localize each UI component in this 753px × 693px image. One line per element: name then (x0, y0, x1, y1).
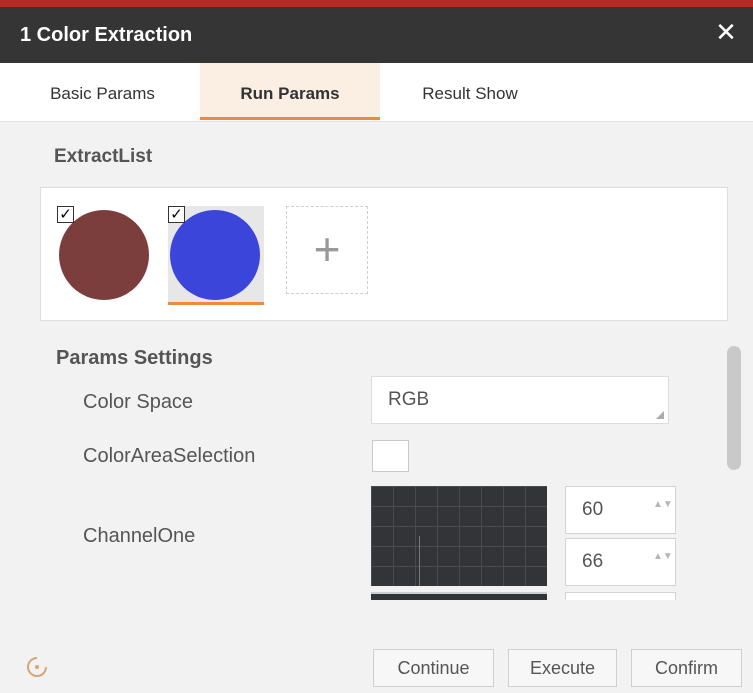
color-area-selection-label: ColorAreaSelection (83, 445, 256, 467)
spin-arrows-icon[interactable]: ▲▼ (653, 551, 673, 573)
spin-arrows-icon[interactable]: ▲▼ (653, 499, 673, 521)
refresh-icon[interactable] (24, 654, 50, 680)
close-icon[interactable]: ✕ (713, 19, 739, 45)
color-swatch-item-selected[interactable]: ✓ (168, 206, 264, 305)
channel-one-max-value: 66 (582, 551, 604, 572)
continue-button[interactable]: Continue (373, 649, 494, 687)
execute-button[interactable]: Execute (508, 649, 617, 687)
color-swatch[interactable] (59, 210, 149, 300)
swatch-checkbox[interactable]: ✓ (168, 206, 185, 223)
confirm-button[interactable]: Confirm (631, 649, 742, 687)
title-bar: 1 Color Extraction ✕ (0, 0, 753, 63)
color-swatch[interactable] (170, 210, 260, 300)
channel-one-min-input[interactable]: 60 ▲▼ (565, 486, 676, 534)
color-space-value: RGB (388, 389, 430, 410)
channel-one-min-value: 60 (582, 499, 604, 520)
channel-one-histogram (371, 486, 547, 586)
extract-list-panel: ✓ ✓ + (40, 187, 728, 321)
channel-two-min-input[interactable] (565, 592, 676, 600)
window-title: 1 Color Extraction (20, 24, 193, 46)
channel-two-histogram (371, 592, 547, 600)
channel-one-label: ChannelOne (83, 525, 196, 547)
tab-result-show[interactable]: Result Show (390, 63, 550, 120)
histogram-peak (419, 536, 420, 586)
tab-bar: Basic Params Run Params Result Show (0, 63, 753, 122)
params-settings-title: Params Settings (56, 347, 213, 369)
tab-run-params[interactable]: Run Params (200, 63, 380, 120)
channel-one-max-input[interactable]: 66 ▲▼ (565, 538, 676, 586)
color-space-select[interactable]: RGB (371, 376, 669, 424)
add-color-button[interactable]: + (286, 206, 368, 294)
dropdown-corner-icon (656, 411, 664, 419)
color-area-selection-checkbox[interactable] (372, 440, 409, 472)
color-swatch-item[interactable]: ✓ (57, 206, 153, 302)
extract-list-title: ExtractList (54, 146, 153, 167)
color-space-label: Color Space (83, 391, 194, 413)
swatch-checkbox[interactable]: ✓ (57, 206, 74, 223)
tab-basic-params[interactable]: Basic Params (30, 63, 175, 120)
params-scrollbar[interactable] (727, 346, 741, 470)
